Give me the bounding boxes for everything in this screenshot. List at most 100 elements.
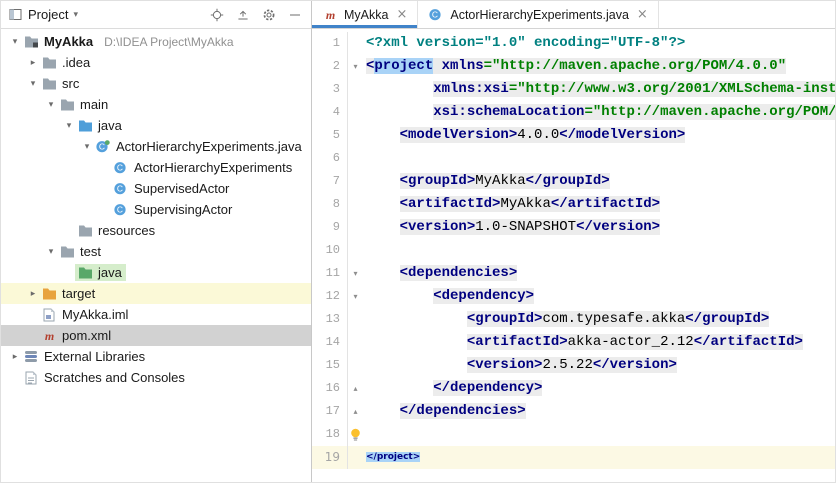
code-line[interactable]: 8 <artifactId>MyAkka</artifactId> bbox=[312, 193, 835, 216]
tree-item-label: SupervisedActor bbox=[134, 181, 230, 196]
line-number: 1 bbox=[312, 32, 348, 55]
token-run: <version>2.5.22</version> bbox=[466, 357, 677, 373]
code-line[interactable]: 10 bbox=[312, 239, 835, 262]
editor[interactable]: 1 <?xml version="1.0" encoding="UTF-8"?> 2… bbox=[312, 29, 835, 482]
tree-item-content: resources bbox=[77, 222, 159, 239]
line-number: 5 bbox=[312, 124, 348, 147]
tree-item-label: main bbox=[80, 97, 109, 112]
fold-gutter bbox=[348, 239, 363, 262]
code-line[interactable]: 12 ▾ <dependency> bbox=[312, 285, 835, 308]
tree-item-src[interactable]: ▾ src bbox=[1, 73, 311, 94]
ide-window: Project ▾ ▾ MyAkka D:\IDEA Project\MyAkka ▸… bbox=[0, 0, 836, 483]
code-line[interactable]: 13 <groupId>com.typesafe.akka</groupId> bbox=[312, 308, 835, 331]
line-number: 16 bbox=[312, 377, 348, 400]
code-text: <?xml version="1.0" encoding="UTF-8"?> bbox=[363, 32, 835, 55]
tree-item-supervisingactor[interactable]: C SupervisingActor bbox=[1, 199, 311, 220]
tree-item-myakka[interactable]: ▾ MyAkka D:\IDEA Project\MyAkka bbox=[1, 31, 311, 52]
code-text: <dependency> bbox=[363, 285, 835, 308]
code-line[interactable]: 15 <version>2.5.22</version> bbox=[312, 354, 835, 377]
tree-item-label: MyAkka.iml bbox=[62, 307, 129, 322]
tree-item-resources[interactable]: resources bbox=[1, 220, 311, 241]
code-line[interactable]: 6 bbox=[312, 147, 835, 170]
line-number: 10 bbox=[312, 239, 348, 262]
tree-item-scratches-and-consoles[interactable]: Scratches and Consoles bbox=[1, 367, 311, 388]
fold-gutter bbox=[348, 147, 363, 170]
fold-marker-icon[interactable]: ▾ bbox=[348, 262, 363, 285]
tree-item-external-libraries[interactable]: ▸ External Libraries bbox=[1, 346, 311, 367]
tree-item-java[interactable]: ▾ java bbox=[1, 115, 311, 136]
code-text: xmlns:xsi="http://www.w3.org/2001/XMLSch… bbox=[363, 78, 835, 101]
code-line[interactable]: 5 <modelVersion>4.0.0</modelVersion> bbox=[312, 124, 835, 147]
tree-item-actorhierarchyexperiments-java[interactable]: ▾ C ActorHierarchyExperiments.java bbox=[1, 136, 311, 157]
svg-text:C: C bbox=[99, 142, 105, 152]
code-line[interactable]: 4 xsi:schemaLocation="http://maven.apach… bbox=[312, 101, 835, 124]
tree-item-pom-xml[interactable]: m pom.xml bbox=[1, 325, 311, 346]
token-run: <project xmlns="http://maven.apache.org/… bbox=[366, 58, 787, 74]
project-view-selector[interactable]: Project ▾ bbox=[7, 7, 78, 23]
chevron-down-icon[interactable]: ▾ bbox=[61, 121, 77, 131]
close-icon[interactable]: × bbox=[396, 7, 407, 22]
chevron-down-icon[interactable]: ▾ bbox=[7, 37, 23, 47]
tree-item-content: C SupervisedActor bbox=[113, 180, 233, 197]
tree-item-label: MyAkka bbox=[44, 34, 94, 49]
token-run: <modelVersion>4.0.0</modelVersion> bbox=[399, 127, 686, 143]
code-line[interactable]: 18 bbox=[312, 423, 835, 446]
code-line[interactable]: 16 ▴ </dependency> bbox=[312, 377, 835, 400]
fold-marker-icon[interactable]: ▴ bbox=[348, 377, 363, 400]
code-text: xsi:schemaLocation="http://maven.apache.… bbox=[363, 101, 835, 124]
line-number: 14 bbox=[312, 331, 348, 354]
chevron-right-icon[interactable]: ▸ bbox=[25, 58, 41, 68]
fold-marker-icon[interactable]: ▴ bbox=[348, 400, 363, 423]
chevron-down-icon[interactable]: ▾ bbox=[43, 247, 59, 257]
class-icon: C bbox=[113, 203, 129, 216]
source-folder-icon bbox=[77, 119, 93, 132]
fold-marker-icon[interactable]: ▾ bbox=[348, 285, 363, 308]
tree-item-main[interactable]: ▾ main bbox=[1, 94, 311, 115]
project-tree: ▾ MyAkka D:\IDEA Project\MyAkka ▸ .idea ▾ src ▾… bbox=[1, 29, 311, 482]
close-icon[interactable]: × bbox=[637, 7, 648, 22]
editor-tab-myakka[interactable]: m MyAkka × bbox=[312, 1, 419, 28]
code-line[interactable]: 1 <?xml version="1.0" encoding="UTF-8"?> bbox=[312, 32, 835, 55]
tree-item-label: src bbox=[62, 76, 80, 91]
tree-item-test[interactable]: ▾ test bbox=[1, 241, 311, 262]
tree-item-content: m pom.xml bbox=[41, 327, 115, 344]
code-token: 4.0.0 bbox=[517, 127, 560, 143]
gear-icon[interactable] bbox=[261, 7, 277, 23]
code-line[interactable]: 11 ▾ <dependencies> bbox=[312, 262, 835, 285]
intention-bulb-icon[interactable] bbox=[348, 423, 363, 446]
libraries-icon bbox=[23, 350, 39, 363]
chevron-down-icon[interactable]: ▾ bbox=[43, 100, 59, 110]
token-run: <dependencies> bbox=[399, 265, 518, 281]
code-line[interactable]: 19 </project> bbox=[312, 446, 835, 469]
tree-item-content: External Libraries bbox=[23, 348, 149, 365]
code-line[interactable]: 14 <artifactId>akka-actor_2.12</artifact… bbox=[312, 331, 835, 354]
folder-icon bbox=[41, 56, 57, 69]
code-line[interactable]: 7 <groupId>MyAkka</groupId> bbox=[312, 170, 835, 193]
tree-item-myakka-iml[interactable]: MyAkka.iml bbox=[1, 304, 311, 325]
tree-item-java[interactable]: java bbox=[1, 262, 311, 283]
chevron-down-icon[interactable]: ▾ bbox=[25, 79, 41, 89]
locate-icon[interactable] bbox=[209, 7, 225, 23]
chevron-down-icon[interactable]: ▾ bbox=[79, 142, 95, 152]
chevron-right-icon[interactable]: ▸ bbox=[25, 289, 41, 299]
editor-tab-actorhierarchyexperiments-java[interactable]: C ActorHierarchyExperiments.java × bbox=[418, 1, 659, 28]
tree-item-supervisedactor[interactable]: C SupervisedActor bbox=[1, 178, 311, 199]
chevron-right-icon[interactable]: ▸ bbox=[7, 352, 23, 362]
code-token: <groupId> bbox=[466, 311, 543, 327]
minimize-icon[interactable] bbox=[287, 7, 303, 23]
code-line[interactable]: 9 <version>1.0-SNAPSHOT</version> bbox=[312, 216, 835, 239]
tree-item-content: java bbox=[75, 264, 126, 281]
token-run: <groupId>com.typesafe.akka</groupId> bbox=[466, 311, 770, 327]
code-line[interactable]: 3 xmlns:xsi="http://www.w3.org/2001/XMLS… bbox=[312, 78, 835, 101]
code-token: project bbox=[374, 58, 434, 74]
tree-item-target[interactable]: ▸ target bbox=[1, 283, 311, 304]
tree-item-hint: D:\IDEA Project\MyAkka bbox=[104, 34, 234, 49]
code-text: <project xmlns="http://maven.apache.org/… bbox=[363, 55, 835, 78]
fold-marker-icon[interactable]: ▾ bbox=[348, 55, 363, 78]
collapse-all-icon[interactable] bbox=[235, 7, 251, 23]
code-line[interactable]: 2 ▾ <project xmlns="http://maven.apache.or… bbox=[312, 55, 835, 78]
tree-item-idea[interactable]: ▸ .idea bbox=[1, 52, 311, 73]
code-line[interactable]: 17 ▴ </dependencies> bbox=[312, 400, 835, 423]
tree-item-actorhierarchyexperiments[interactable]: C ActorHierarchyExperiments bbox=[1, 157, 311, 178]
tree-item-label: ActorHierarchyExperiments.java bbox=[116, 139, 302, 154]
